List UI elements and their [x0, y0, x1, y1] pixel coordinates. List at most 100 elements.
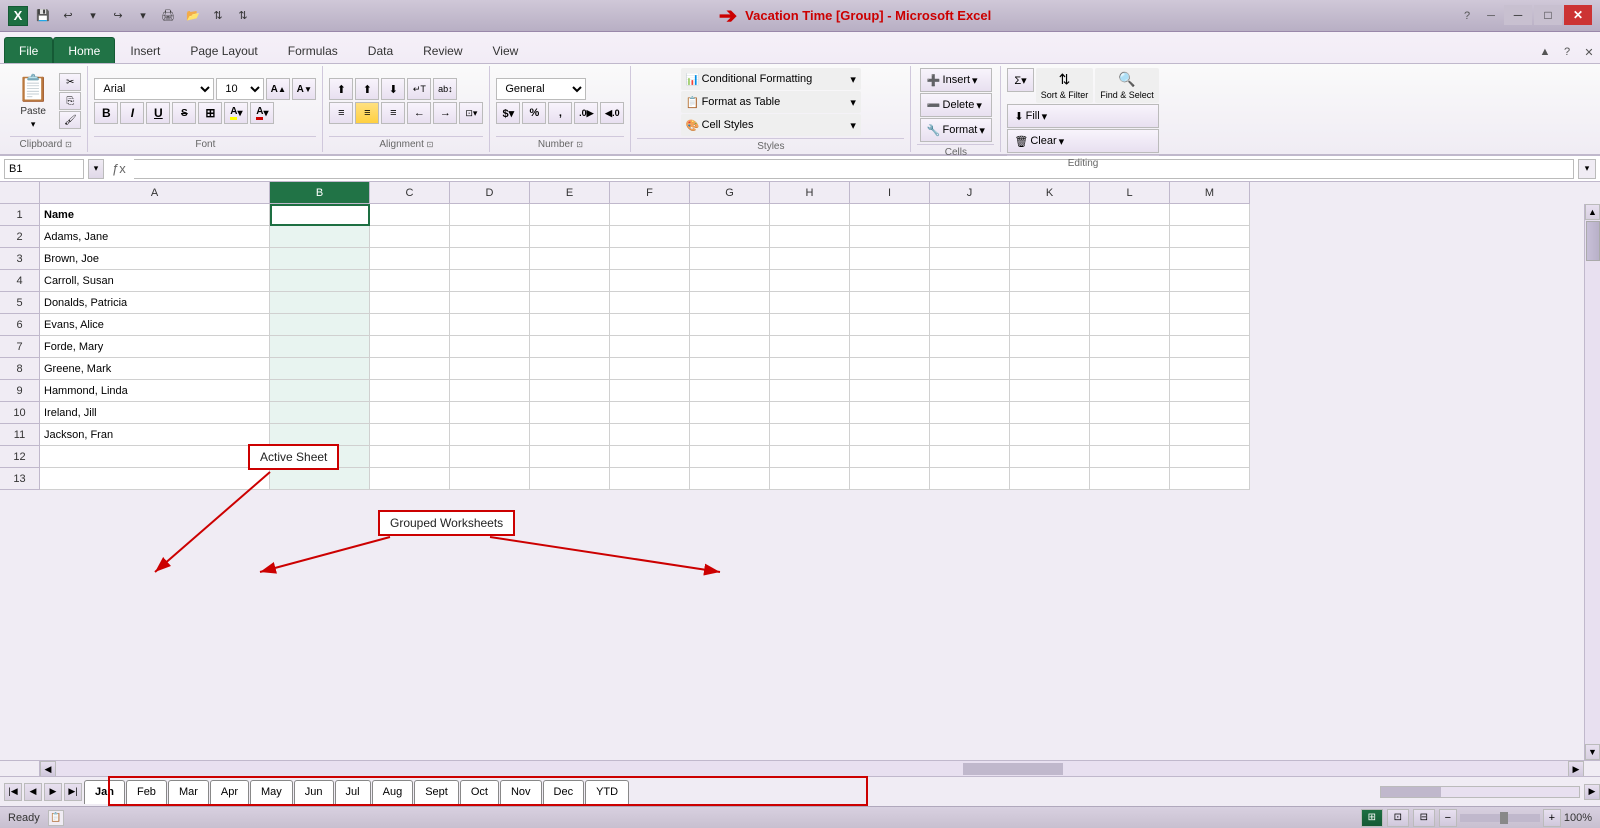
list-item[interactable]: [850, 270, 930, 292]
delete-dropdown[interactable]: ▾: [976, 99, 982, 112]
list-item[interactable]: [530, 270, 610, 292]
strikethrough-button[interactable]: S: [172, 102, 196, 124]
list-item[interactable]: [1090, 468, 1170, 490]
list-item[interactable]: Adams, Jane: [40, 226, 270, 248]
col-header-d[interactable]: D: [450, 182, 530, 204]
formula-bar-expand[interactable]: ▾: [1578, 159, 1596, 179]
sheet-tab-jan[interactable]: Jan: [84, 780, 125, 804]
sheet-tab-sept[interactable]: Sept: [414, 780, 459, 804]
wrap-text-btn[interactable]: ↵T: [407, 78, 431, 100]
list-item[interactable]: [530, 380, 610, 402]
undo-btn[interactable]: ↩: [57, 6, 79, 26]
number-format-select[interactable]: General: [496, 78, 586, 100]
list-item[interactable]: [450, 380, 530, 402]
list-item[interactable]: [770, 226, 850, 248]
sheet-tab-ytd[interactable]: YTD: [585, 780, 629, 804]
list-item[interactable]: [770, 248, 850, 270]
list-item[interactable]: [370, 468, 450, 490]
list-item[interactable]: [930, 292, 1010, 314]
list-item[interactable]: [770, 446, 850, 468]
list-item[interactable]: [1170, 314, 1250, 336]
h-scroll-right-btn[interactable]: ▶: [1568, 761, 1584, 777]
find-select-btn[interactable]: 🔍 Find & Select: [1095, 68, 1159, 103]
list-item[interactable]: [770, 380, 850, 402]
list-item[interactable]: [610, 446, 690, 468]
redo-dropdown-btn[interactable]: ▾: [132, 6, 154, 26]
cut-button[interactable]: ✂: [59, 73, 81, 91]
list-item[interactable]: [450, 226, 530, 248]
list-item[interactable]: [770, 204, 850, 226]
list-item[interactable]: [1010, 248, 1090, 270]
sum-btn[interactable]: Σ▾: [1007, 68, 1033, 92]
tab-view[interactable]: View: [478, 37, 534, 63]
horizontal-scrollbar[interactable]: ◀ ▶: [0, 760, 1600, 776]
list-item[interactable]: [770, 402, 850, 424]
list-item[interactable]: [1170, 292, 1250, 314]
list-item[interactable]: [370, 248, 450, 270]
list-item[interactable]: [270, 468, 370, 490]
tab-file[interactable]: File: [4, 37, 53, 63]
list-item[interactable]: [270, 314, 370, 336]
fill-color-button[interactable]: A▾: [224, 102, 248, 124]
print-btn[interactable]: 🖨: [157, 6, 179, 26]
list-item[interactable]: [270, 226, 370, 248]
list-item[interactable]: [770, 468, 850, 490]
list-item[interactable]: [850, 446, 930, 468]
borders-button[interactable]: ⊞: [198, 102, 222, 124]
center-align-btn[interactable]: ≡: [355, 102, 379, 124]
list-item[interactable]: [450, 270, 530, 292]
list-item[interactable]: [1010, 468, 1090, 490]
h-scroll-track[interactable]: [56, 761, 1568, 776]
sheet-tab-aug[interactable]: Aug: [372, 780, 414, 804]
list-item[interactable]: [450, 314, 530, 336]
col-header-h[interactable]: H: [770, 182, 850, 204]
sort-desc-btn[interactable]: ⇅: [232, 6, 254, 26]
status-icon[interactable]: 📋: [48, 810, 64, 826]
scroll-track[interactable]: [1585, 220, 1600, 744]
list-item[interactable]: [530, 358, 610, 380]
text-dir-btn[interactable]: ab↕: [433, 78, 457, 100]
list-item[interactable]: [930, 204, 1010, 226]
copy-button[interactable]: ⎘: [59, 92, 81, 110]
font-name-select[interactable]: Arial: [94, 78, 214, 100]
list-item[interactable]: [690, 468, 770, 490]
list-item[interactable]: [1090, 226, 1170, 248]
format-cells-btn[interactable]: 🔧 Format ▾: [920, 118, 992, 142]
number-expand[interactable]: ⊡: [576, 140, 583, 149]
list-item[interactable]: [690, 248, 770, 270]
tab-formulas[interactable]: Formulas: [273, 37, 353, 63]
list-item[interactable]: [450, 336, 530, 358]
zoom-out-btn[interactable]: −: [1439, 809, 1457, 827]
list-item[interactable]: [1090, 358, 1170, 380]
list-item[interactable]: [370, 292, 450, 314]
row-header-8[interactable]: 8: [0, 358, 40, 380]
list-item[interactable]: [850, 468, 930, 490]
right-align-btn[interactable]: ≡: [381, 102, 405, 124]
list-item[interactable]: [610, 358, 690, 380]
list-item[interactable]: Hammond, Linda: [40, 380, 270, 402]
currency-btn[interactable]: $▾: [496, 102, 520, 124]
list-item[interactable]: [450, 204, 530, 226]
list-item[interactable]: [370, 336, 450, 358]
col-header-j[interactable]: J: [930, 182, 1010, 204]
format-as-table-btn[interactable]: 📋 Format as Table ▾: [681, 91, 861, 113]
list-item[interactable]: [1170, 358, 1250, 380]
list-item[interactable]: [930, 226, 1010, 248]
zoom-slider[interactable]: [1460, 814, 1540, 822]
list-item[interactable]: [690, 358, 770, 380]
open-btn[interactable]: 📂: [182, 6, 204, 26]
list-item[interactable]: [1010, 226, 1090, 248]
list-item[interactable]: [270, 204, 370, 226]
row-header-10[interactable]: 10: [0, 402, 40, 424]
row-header-6[interactable]: 6: [0, 314, 40, 336]
list-item[interactable]: [1010, 292, 1090, 314]
list-item[interactable]: Brown, Joe: [40, 248, 270, 270]
list-item[interactable]: [690, 226, 770, 248]
list-item[interactable]: [530, 248, 610, 270]
list-item[interactable]: [1010, 380, 1090, 402]
comma-btn[interactable]: ,: [548, 102, 572, 124]
sheet-tab-oct[interactable]: Oct: [460, 780, 499, 804]
list-item[interactable]: Carroll, Susan: [40, 270, 270, 292]
row-header-9[interactable]: 9: [0, 380, 40, 402]
col-header-b[interactable]: B: [270, 182, 370, 204]
